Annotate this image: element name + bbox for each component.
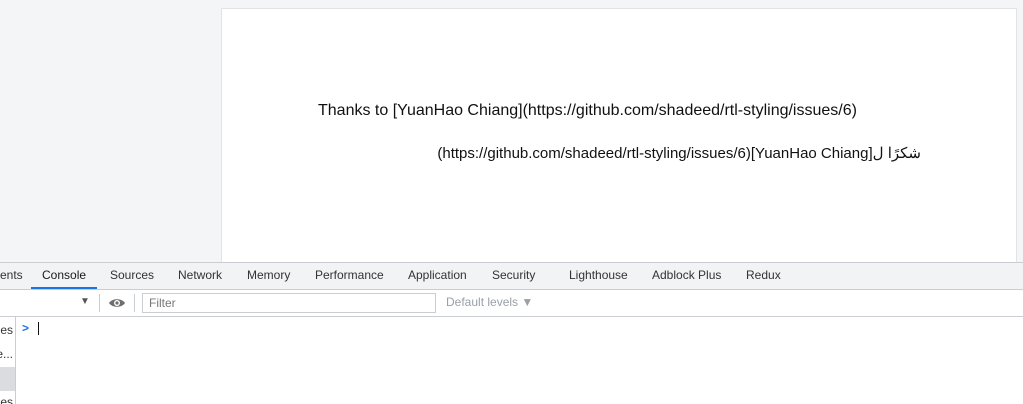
sidebar-item[interactable]: es (0, 323, 13, 337)
toolbar-divider (99, 294, 100, 312)
tab-security[interactable]: Security (492, 263, 535, 289)
tab-application[interactable]: Application (408, 263, 467, 289)
context-selector[interactable]: ▼ (0, 290, 100, 316)
browser-viewport: Thanks to [YuanHao Chiang](https://githu… (0, 0, 1023, 263)
devtools-tabbar: ents Console Sources Network Memory Perf… (0, 263, 1023, 290)
tab-adblock-plus[interactable]: Adblock Plus (652, 263, 721, 289)
filter-input[interactable] (142, 293, 436, 313)
devtools-panel: ents Console Sources Network Memory Perf… (0, 262, 1023, 404)
console-sidebar: es e... es (0, 317, 16, 404)
tab-network[interactable]: Network (178, 263, 222, 289)
text-caret (38, 322, 39, 335)
sidebar-item-selected[interactable] (0, 367, 15, 391)
eye-icon[interactable] (108, 296, 126, 310)
console-input-area[interactable]: > (16, 317, 1023, 404)
ltr-thanks-text: Thanks to [YuanHao Chiang](https://githu… (318, 102, 857, 119)
prompt-chevron-icon: > (22, 321, 30, 335)
tab-memory[interactable]: Memory (247, 263, 290, 289)
sidebar-item[interactable]: e... (0, 347, 13, 361)
page-canvas: Thanks to [YuanHao Chiang](https://githu… (221, 8, 1017, 263)
tab-lighthouse[interactable]: Lighthouse (569, 263, 628, 289)
tab-console[interactable]: Console (31, 263, 98, 289)
tab-elements[interactable]: ents (0, 263, 23, 289)
rtl-thanks-text: شكرًا ل[YuanHao Chiang](https://github.c… (437, 145, 921, 162)
console-toolbar: ▼ Default levels ▼ (0, 290, 1023, 317)
default-levels-dropdown[interactable]: Default levels ▼ (446, 295, 533, 309)
tab-sources[interactable]: Sources (110, 263, 154, 289)
toolbar-divider (134, 294, 135, 312)
tab-performance[interactable]: Performance (315, 263, 384, 289)
tab-redux[interactable]: Redux (746, 263, 781, 289)
chevron-down-icon[interactable]: ▼ (80, 296, 90, 307)
